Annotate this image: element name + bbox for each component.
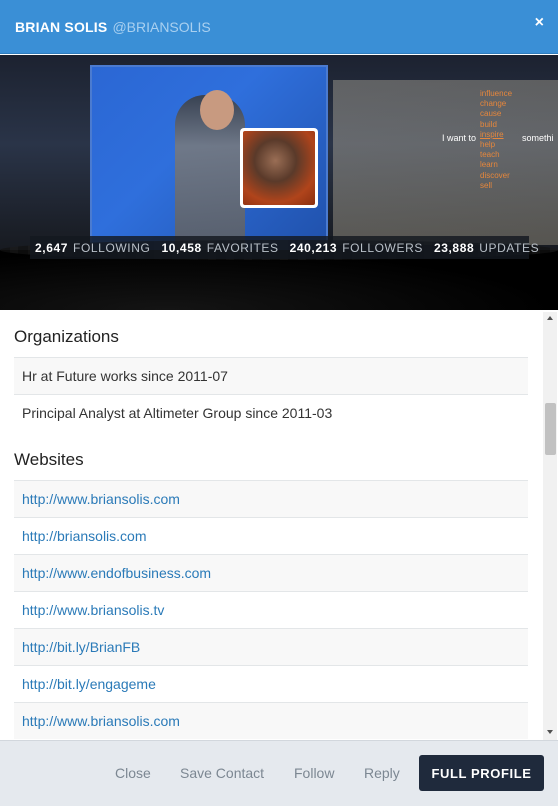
- organization-text: Hr at Future works since 2011-07: [22, 368, 228, 384]
- organizations-list: Hr at Future works since 2011-07 Princip…: [14, 357, 528, 431]
- website-link[interactable]: http://bit.ly/BrianFB: [22, 639, 140, 655]
- stat-followers-label[interactable]: FOLLOWERS: [342, 241, 423, 255]
- profile-name: BRIAN SOLIS: [15, 18, 108, 35]
- banner-phrase: I want to: [442, 133, 477, 143]
- close-icon[interactable]: ×: [535, 15, 544, 31]
- action-footer: Close Save Contact Follow Reply FULL PRO…: [0, 740, 558, 806]
- website-link[interactable]: http://briansolis.com: [22, 528, 147, 544]
- banner-word: change: [480, 99, 507, 109]
- website-link[interactable]: http://www.briansolis.com: [22, 491, 180, 507]
- list-item: http://bit.ly/BrianFB: [14, 628, 528, 665]
- avatar-photo: [243, 131, 315, 205]
- stat-following-label[interactable]: FOLLOWING: [73, 241, 150, 255]
- save-contact-button[interactable]: Save Contact: [180, 765, 264, 781]
- avatar[interactable]: [240, 128, 318, 208]
- banner-word: build: [480, 119, 497, 129]
- stat-favorites-label[interactable]: FAVORITES: [207, 241, 279, 255]
- stat-followers-value[interactable]: 240,213: [290, 241, 338, 255]
- profile-header: BRIAN SOLIS @BRIANSOLIS ×: [0, 0, 558, 54]
- profile-banner: influence change cause build inspire hel…: [0, 55, 558, 310]
- stats-bar: 2,647 FOLLOWING 10,458 FAVORITES 240,213…: [30, 236, 539, 259]
- profile-handle[interactable]: @BRIANSOLIS: [112, 19, 210, 35]
- stat-updates-value[interactable]: 23,888: [434, 241, 474, 255]
- full-profile-button[interactable]: FULL PROFILE: [419, 755, 544, 791]
- banner-word: sell: [480, 180, 493, 190]
- organization-text: Principal Analyst at Altimeter Group sin…: [22, 405, 333, 421]
- list-item: http://bit.ly/engageme: [14, 665, 528, 702]
- profile-details: Organizations Hr at Future works since 2…: [0, 310, 558, 740]
- scrollbar[interactable]: [543, 312, 557, 740]
- close-button[interactable]: Close: [115, 765, 151, 781]
- website-link[interactable]: http://www.briansolis.tv: [22, 602, 164, 618]
- stat-updates-label[interactable]: UPDATES: [479, 241, 539, 255]
- follow-button[interactable]: Follow: [294, 765, 334, 781]
- stat-following-value[interactable]: 2,647: [35, 241, 68, 255]
- list-item: http://www.briansolis.com: [14, 702, 528, 739]
- list-item: http://www.briansolis.tv: [14, 591, 528, 628]
- scroll-up-icon[interactable]: [547, 316, 553, 320]
- websites-title: Websites: [14, 450, 84, 469]
- list-item: http://www.briansolis.com: [14, 480, 528, 517]
- banner-crowd: [0, 240, 558, 310]
- list-item: http://www.endofbusiness.com: [14, 554, 528, 591]
- list-item: Principal Analyst at Altimeter Group sin…: [14, 394, 528, 431]
- stat-favorites-value[interactable]: 10,458: [161, 241, 201, 255]
- reply-button[interactable]: Reply: [364, 765, 400, 781]
- websites-list: http://www.briansolis.com http://brianso…: [14, 480, 528, 739]
- banner-word: influence: [480, 89, 513, 98]
- website-link[interactable]: http://bit.ly/engageme: [22, 676, 156, 692]
- banner-speaker-head: [200, 90, 234, 130]
- list-item: http://briansolis.com: [14, 517, 528, 554]
- banner-word: learn: [480, 160, 498, 170]
- scroll-down-icon[interactable]: [547, 730, 553, 734]
- website-link[interactable]: http://www.briansolis.com: [22, 713, 180, 729]
- organizations-title: Organizations: [14, 327, 119, 346]
- website-link[interactable]: http://www.endofbusiness.com: [22, 565, 211, 581]
- banner-word: teach: [480, 150, 500, 160]
- banner-word: discover: [480, 170, 510, 180]
- scrollbar-thumb[interactable]: [545, 403, 556, 455]
- banner-word: cause: [480, 109, 502, 119]
- list-item: Hr at Future works since 2011-07: [14, 357, 528, 394]
- banner-trailing: somethi: [522, 133, 554, 143]
